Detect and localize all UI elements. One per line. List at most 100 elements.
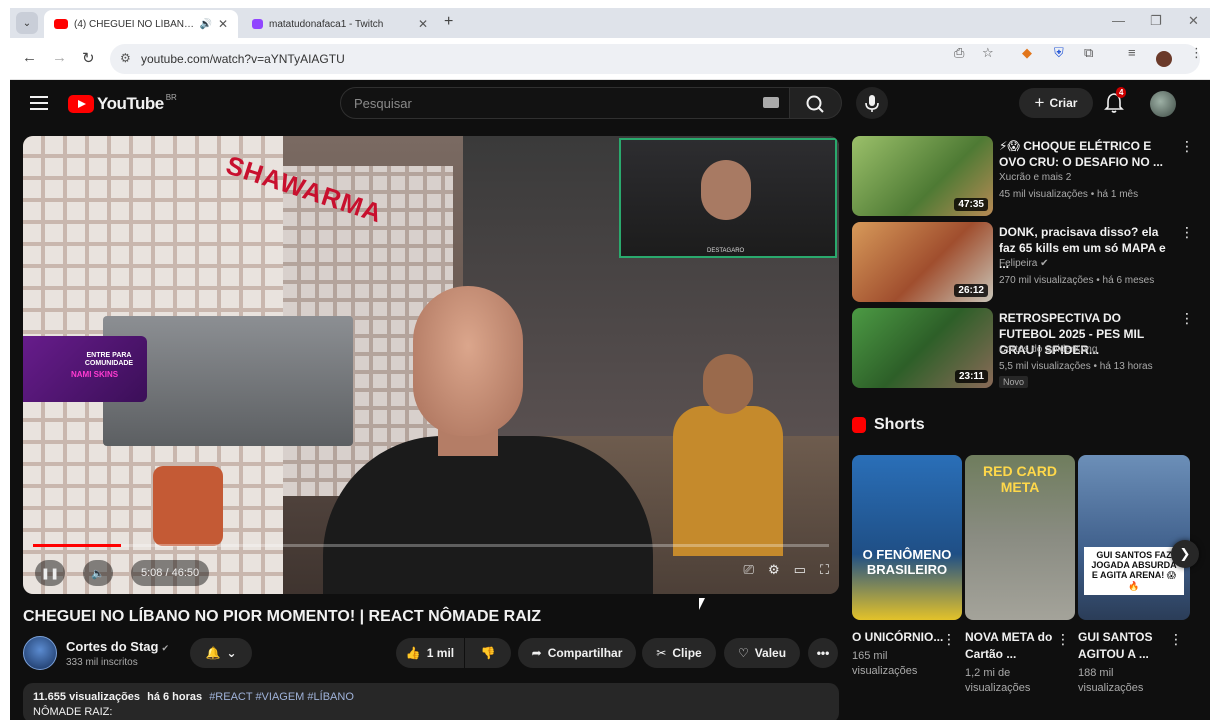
forward-icon[interactable]: → bbox=[52, 49, 67, 66]
tab-twitch[interactable]: matatudonafaca1 - Twitch ✕ bbox=[242, 10, 438, 38]
dislike-button[interactable]: 👎 bbox=[465, 638, 511, 668]
search-icon bbox=[806, 95, 824, 113]
short-thumbnail[interactable]: O FENÔMENO BRASILEIRO bbox=[852, 455, 962, 620]
youtube-logo[interactable]: YouTube BR bbox=[68, 93, 177, 114]
browser-window: ⌄ (4) CHEGUEI NO LÍBANO N 🔊 ✕ matatudona… bbox=[10, 8, 1210, 720]
short-title[interactable]: NOVA META do Cartão ... bbox=[965, 629, 1065, 663]
player-controls-right: ⎚ ⚙ ▭ ⛶ bbox=[744, 562, 829, 578]
speaker-icon[interactable]: 🔊 bbox=[199, 19, 211, 30]
more-vert-icon[interactable]: ⋮ bbox=[1180, 224, 1194, 241]
minimize-icon[interactable]: — bbox=[1112, 13, 1125, 28]
more-vert-icon[interactable]: ⋮ bbox=[1169, 631, 1183, 648]
recommendation-thumbnail[interactable]: 23:11 bbox=[852, 308, 993, 388]
presenter bbox=[323, 286, 653, 594]
short-overlay-text: RED CARD META bbox=[983, 463, 1057, 495]
more-actions-button[interactable]: ••• bbox=[808, 638, 838, 668]
metamask-extension-icon[interactable]: ◆ bbox=[1022, 45, 1032, 61]
volume-button[interactable]: 🔈 bbox=[83, 560, 113, 586]
more-vert-icon[interactable]: ⋮ bbox=[1180, 310, 1194, 327]
fullscreen-icon[interactable]: ⛶ bbox=[820, 562, 829, 578]
create-label: Criar bbox=[1049, 96, 1078, 110]
reload-icon[interactable]: ↻ bbox=[82, 49, 95, 67]
create-button[interactable]: + Criar bbox=[1019, 88, 1093, 118]
video-description[interactable]: 11.655 visualizações há 6 horas #REACT #… bbox=[23, 683, 839, 720]
recommendation-channel[interactable]: Xucrão e mais 2 bbox=[999, 172, 1071, 183]
youtube-play-icon bbox=[68, 95, 94, 113]
new-tab-icon[interactable]: + bbox=[444, 13, 453, 31]
extensions-puzzle-icon[interactable]: ⧉ bbox=[1084, 45, 1093, 61]
tab-strip: ⌄ (4) CHEGUEI NO LÍBANO N 🔊 ✕ matatudona… bbox=[10, 8, 1210, 38]
notifications-button[interactable]: 4 bbox=[1104, 87, 1127, 119]
like-button[interactable]: 👍 1 mil bbox=[396, 638, 464, 668]
shield-extension-icon[interactable]: ⛨ bbox=[1054, 45, 1064, 61]
address-bar[interactable]: ⚙ youtube.com/watch?v=aYNTyAIAGTU bbox=[110, 44, 1200, 74]
recommendation-meta: 270 mil visualizações • há 6 meses bbox=[999, 275, 1155, 286]
menu-icon[interactable] bbox=[30, 96, 48, 110]
profile-avatar-icon[interactable] bbox=[1156, 51, 1172, 67]
duration-badge: 23:11 bbox=[954, 370, 988, 383]
more-vert-icon[interactable]: ⋮ bbox=[1056, 631, 1070, 648]
share-label: Compartilhar bbox=[547, 646, 623, 660]
short-thumbnail[interactable]: GUI SANTOS FAZ JOGADA ABSURDA E AGITA AR… bbox=[1078, 455, 1190, 620]
keyboard-icon[interactable] bbox=[763, 97, 779, 108]
site-info-icon[interactable]: ⚙ bbox=[120, 51, 131, 65]
view-count: 11.655 visualizações bbox=[33, 691, 141, 703]
thanks-button[interactable]: ♡ Valeu bbox=[724, 638, 800, 668]
install-app-icon[interactable]: ⎙ bbox=[954, 45, 964, 61]
bookmark-star-icon[interactable]: ☆ bbox=[982, 45, 994, 61]
short-title[interactable]: GUI SANTOS AGITOU A ... bbox=[1078, 629, 1178, 663]
tab-youtube[interactable]: (4) CHEGUEI NO LÍBANO N 🔊 ✕ bbox=[44, 10, 238, 38]
search-button[interactable] bbox=[790, 87, 842, 119]
video-player[interactable]: SHAWARMA DESTAGARO ENTRE PARA COMUNIDADE… bbox=[23, 136, 839, 594]
theater-mode-icon[interactable]: ▭ bbox=[794, 562, 806, 578]
voice-search-button[interactable] bbox=[856, 87, 888, 119]
like-count: 1 mil bbox=[426, 646, 455, 660]
short-info: GUI SANTOS AGITOU A ... 188 mil visualiz… bbox=[1078, 629, 1178, 696]
recommendation-channel[interactable]: Cortes do SpiderKong bbox=[999, 344, 1097, 355]
recommendation-channel[interactable]: Felipeira ✔ bbox=[999, 258, 1049, 269]
short-overlay-text: O FENÔMENO BRASILEIRO bbox=[862, 547, 952, 577]
url-text: youtube.com/watch?v=aYNTyAIAGTU bbox=[141, 52, 345, 66]
recommendation-thumbnail[interactable]: 47:35 bbox=[852, 136, 993, 216]
back-icon[interactable]: ← bbox=[22, 49, 37, 66]
duration-badge: 47:35 bbox=[954, 198, 988, 211]
close-tab-icon[interactable]: ✕ bbox=[418, 17, 428, 31]
search-input[interactable]: Pesquisar bbox=[340, 87, 790, 119]
volume-icon: 🔈 bbox=[91, 567, 105, 580]
recommendation-thumbnail[interactable]: 26:12 bbox=[852, 222, 993, 302]
clip-button[interactable]: ✂ Clipe bbox=[642, 638, 716, 668]
search-placeholder: Pesquisar bbox=[354, 96, 412, 111]
shorts-next-button[interactable]: ❯ bbox=[1171, 540, 1199, 568]
recommendation-item[interactable]: 23:11 RETROSPECTIVA DO FUTEBOL 2025 - PE… bbox=[852, 308, 1194, 388]
short-thumbnail[interactable]: RED CARD META bbox=[965, 455, 1075, 620]
channel-name[interactable]: Cortes do Stag ✔ bbox=[66, 639, 169, 654]
short-overlay-text: GUI SANTOS FAZ JOGADA ABSURDA E AGITA AR… bbox=[1084, 547, 1184, 595]
youtube-favicon-icon bbox=[54, 19, 68, 29]
pause-button[interactable]: ❚❚ bbox=[35, 560, 65, 586]
progress-bar[interactable] bbox=[33, 544, 829, 547]
logo-text: YouTube bbox=[97, 94, 164, 113]
tab-search-button[interactable]: ⌄ bbox=[16, 12, 38, 34]
thanks-label: Valeu bbox=[754, 646, 787, 660]
settings-gear-icon[interactable]: ⚙ bbox=[768, 562, 780, 578]
recommendation-item[interactable]: 47:35 ⚡😱 CHOQUE ELÉTRICO E OVO CRU: O DE… bbox=[852, 136, 1194, 216]
short-title[interactable]: O UNICÓRNIO... bbox=[852, 629, 952, 646]
subscription-bell-button[interactable]: 🔔 ⌄ bbox=[190, 638, 252, 668]
close-window-icon[interactable]: ✕ bbox=[1188, 13, 1199, 29]
media-control-icon[interactable]: ≡ bbox=[1128, 45, 1136, 60]
account-avatar[interactable] bbox=[1150, 91, 1176, 117]
chevron-right-icon: ❯ bbox=[1179, 546, 1191, 561]
more-vert-icon[interactable]: ⋮ bbox=[1180, 138, 1194, 155]
share-button[interactable]: ➦ Compartilhar bbox=[518, 638, 636, 668]
recommendation-title[interactable]: ⚡😱 CHOQUE ELÉTRICO E OVO CRU: O DESAFIO … bbox=[999, 138, 1167, 170]
browser-menu-icon[interactable]: ⋮ bbox=[1190, 45, 1203, 61]
more-vert-icon[interactable]: ⋮ bbox=[942, 631, 956, 648]
channel-name-text: Cortes do Stag bbox=[66, 639, 159, 654]
hashtags[interactable]: #REACT #VIAGEM #LÍBANO bbox=[209, 691, 354, 703]
more-icon: ••• bbox=[816, 646, 830, 660]
close-tab-icon[interactable]: ✕ bbox=[218, 17, 228, 31]
recommendation-item[interactable]: 26:12 DONK, pracisava disso? ela faz 65 … bbox=[852, 222, 1194, 302]
channel-avatar[interactable] bbox=[23, 636, 57, 670]
subtitles-icon[interactable]: ⎚ bbox=[744, 562, 754, 578]
restore-icon[interactable]: ❐ bbox=[1150, 13, 1162, 29]
